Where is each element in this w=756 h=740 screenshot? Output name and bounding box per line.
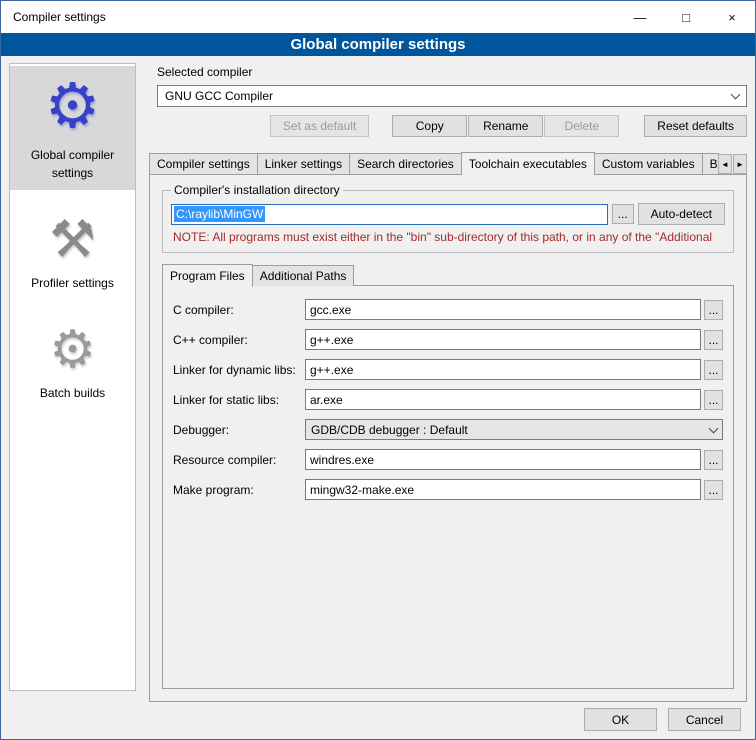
c-compiler-value: gcc.exe xyxy=(310,303,351,317)
close-button[interactable]: × xyxy=(709,1,755,33)
tab-custom-variables[interactable]: Custom variables xyxy=(594,153,703,174)
sidebar-item-label: Profiler settings xyxy=(31,276,114,290)
dialog-header: Global compiler settings xyxy=(1,33,755,56)
chevron-down-icon xyxy=(731,90,741,100)
form-row-make-program: Make program: mingw32-make.exe ... xyxy=(173,479,723,500)
auto-detect-button[interactable]: Auto-detect xyxy=(638,203,725,225)
sidebar-item-global-compiler-settings[interactable]: ⚙ Global compiler settings xyxy=(10,66,135,190)
ok-button[interactable]: OK xyxy=(584,708,657,731)
subtab-program-files[interactable]: Program Files xyxy=(162,264,253,287)
linker-static-input[interactable]: ar.exe xyxy=(305,389,701,410)
set-as-default-button[interactable]: Set as default xyxy=(270,115,369,137)
program-files-panel: C compiler: gcc.exe ... C++ compiler: g+… xyxy=(162,285,734,689)
titlebar: Compiler settings — □ × xyxy=(1,1,755,33)
c-compiler-label: C compiler: xyxy=(173,303,305,317)
make-program-label: Make program: xyxy=(173,483,305,497)
linker-dynamic-browse-button[interactable]: ... xyxy=(704,360,723,380)
make-program-value: mingw32-make.exe xyxy=(310,483,414,497)
tab-toolchain-executables[interactable]: Toolchain executables xyxy=(461,152,595,175)
linker-dynamic-label: Linker for dynamic libs: xyxy=(173,363,305,377)
program-tabstrip: Program Files Additional Paths xyxy=(162,263,746,286)
form-row-linker-dynamic: Linker for dynamic libs: g++.exe ... xyxy=(173,359,723,380)
linker-static-value: ar.exe xyxy=(310,393,343,407)
form-row-resource-compiler: Resource compiler: windres.exe ... xyxy=(173,449,723,470)
resource-compiler-input[interactable]: windres.exe xyxy=(305,449,701,470)
compiler-button-row: Set as default Copy Rename Delete Reset … xyxy=(149,115,747,137)
subtab-additional-paths[interactable]: Additional Paths xyxy=(252,265,355,286)
linker-dynamic-value: g++.exe xyxy=(310,363,353,377)
tab-scroll-buttons: ◄ ► xyxy=(718,154,747,174)
bin-subdirectory-note: NOTE: All programs must exist either in … xyxy=(173,230,723,244)
selected-compiler-label: Selected compiler xyxy=(157,65,747,79)
resource-compiler-browse-button[interactable]: ... xyxy=(704,450,723,470)
installation-directory-title: Compiler's installation directory xyxy=(171,183,343,197)
compiler-select-value: GNU GCC Compiler xyxy=(165,89,273,103)
make-program-input[interactable]: mingw32-make.exe xyxy=(305,479,701,500)
linker-dynamic-input[interactable]: g++.exe xyxy=(305,359,701,380)
sidebar-item-label: Batch builds xyxy=(40,386,105,400)
browse-directory-button[interactable]: ... xyxy=(612,204,634,224)
cancel-button[interactable]: Cancel xyxy=(668,708,741,731)
sidebar-item-profiler-settings[interactable]: ⚒ Profiler settings xyxy=(10,204,135,300)
debugger-value: GDB/CDB debugger : Default xyxy=(311,423,468,437)
debugger-label: Debugger: xyxy=(173,423,305,437)
profiler-tool-icon: ⚒ xyxy=(13,214,132,266)
sidebar-item-batch-builds[interactable]: ⚙ Batch builds xyxy=(10,314,135,410)
minimize-button[interactable]: — xyxy=(617,1,663,33)
chevron-down-icon xyxy=(709,423,719,433)
form-row-cpp-compiler: C++ compiler: g++.exe ... xyxy=(173,329,723,350)
window-title: Compiler settings xyxy=(1,10,617,24)
toolchain-panel: Compiler's installation directory C:\ray… xyxy=(149,174,747,702)
tab-compiler-settings[interactable]: Compiler settings xyxy=(149,153,258,174)
installation-directory-value: C:\raylib\MinGW xyxy=(174,206,265,222)
tab-scroll-right-icon[interactable]: ► xyxy=(733,154,747,174)
sidebar-item-label: Global compiler settings xyxy=(31,148,114,180)
gear-blue-icon: ⚙ xyxy=(13,76,132,138)
installation-directory-groupbox: Compiler's installation directory C:\ray… xyxy=(162,183,734,253)
maximize-button[interactable]: □ xyxy=(663,1,709,33)
settings-tabstrip: Compiler settings Linker settings Search… xyxy=(149,151,747,174)
window-controls: — □ × xyxy=(617,1,755,33)
reset-defaults-button[interactable]: Reset defaults xyxy=(644,115,747,137)
linker-static-label: Linker for static libs: xyxy=(173,393,305,407)
linker-static-browse-button[interactable]: ... xyxy=(704,390,723,410)
tab-search-directories[interactable]: Search directories xyxy=(349,153,462,174)
cpp-compiler-value: g++.exe xyxy=(310,333,353,347)
rename-button[interactable]: Rename xyxy=(468,115,543,137)
installation-directory-input[interactable]: C:\raylib\MinGW xyxy=(171,204,608,225)
tab-linker-settings[interactable]: Linker settings xyxy=(257,153,350,174)
cpp-compiler-input[interactable]: g++.exe xyxy=(305,329,701,350)
copy-button[interactable]: Copy xyxy=(392,115,467,137)
dialog-footer: OK Cancel xyxy=(584,708,741,731)
tab-build-options[interactable]: Build xyxy=(702,153,719,174)
resource-compiler-value: windres.exe xyxy=(310,453,374,467)
cpp-compiler-browse-button[interactable]: ... xyxy=(704,330,723,350)
compiler-select[interactable]: GNU GCC Compiler xyxy=(157,85,747,107)
debugger-select[interactable]: GDB/CDB debugger : Default xyxy=(305,419,723,440)
installation-directory-row: C:\raylib\MinGW ... Auto-detect xyxy=(171,203,725,225)
form-row-debugger: Debugger: GDB/CDB debugger : Default xyxy=(173,419,723,440)
form-row-linker-static: Linker for static libs: ar.exe ... xyxy=(173,389,723,410)
resource-compiler-label: Resource compiler: xyxy=(173,453,305,467)
tab-scroll-left-icon[interactable]: ◄ xyxy=(718,154,732,174)
main-panel: Selected compiler GNU GCC Compiler Set a… xyxy=(149,63,747,702)
sidebar: ⚙ Global compiler settings ⚒ Profiler se… xyxy=(9,63,136,691)
form-row-c-compiler: C compiler: gcc.exe ... xyxy=(173,299,723,320)
compiler-settings-window: Compiler settings — □ × Global compiler … xyxy=(0,0,756,740)
delete-button[interactable]: Delete xyxy=(544,115,619,137)
dialog-body: ⚙ Global compiler settings ⚒ Profiler se… xyxy=(1,56,755,740)
c-compiler-browse-button[interactable]: ... xyxy=(704,300,723,320)
cpp-compiler-label: C++ compiler: xyxy=(173,333,305,347)
gear-gray-icon: ⚙ xyxy=(13,324,132,376)
c-compiler-input[interactable]: gcc.exe xyxy=(305,299,701,320)
make-program-browse-button[interactable]: ... xyxy=(704,480,723,500)
